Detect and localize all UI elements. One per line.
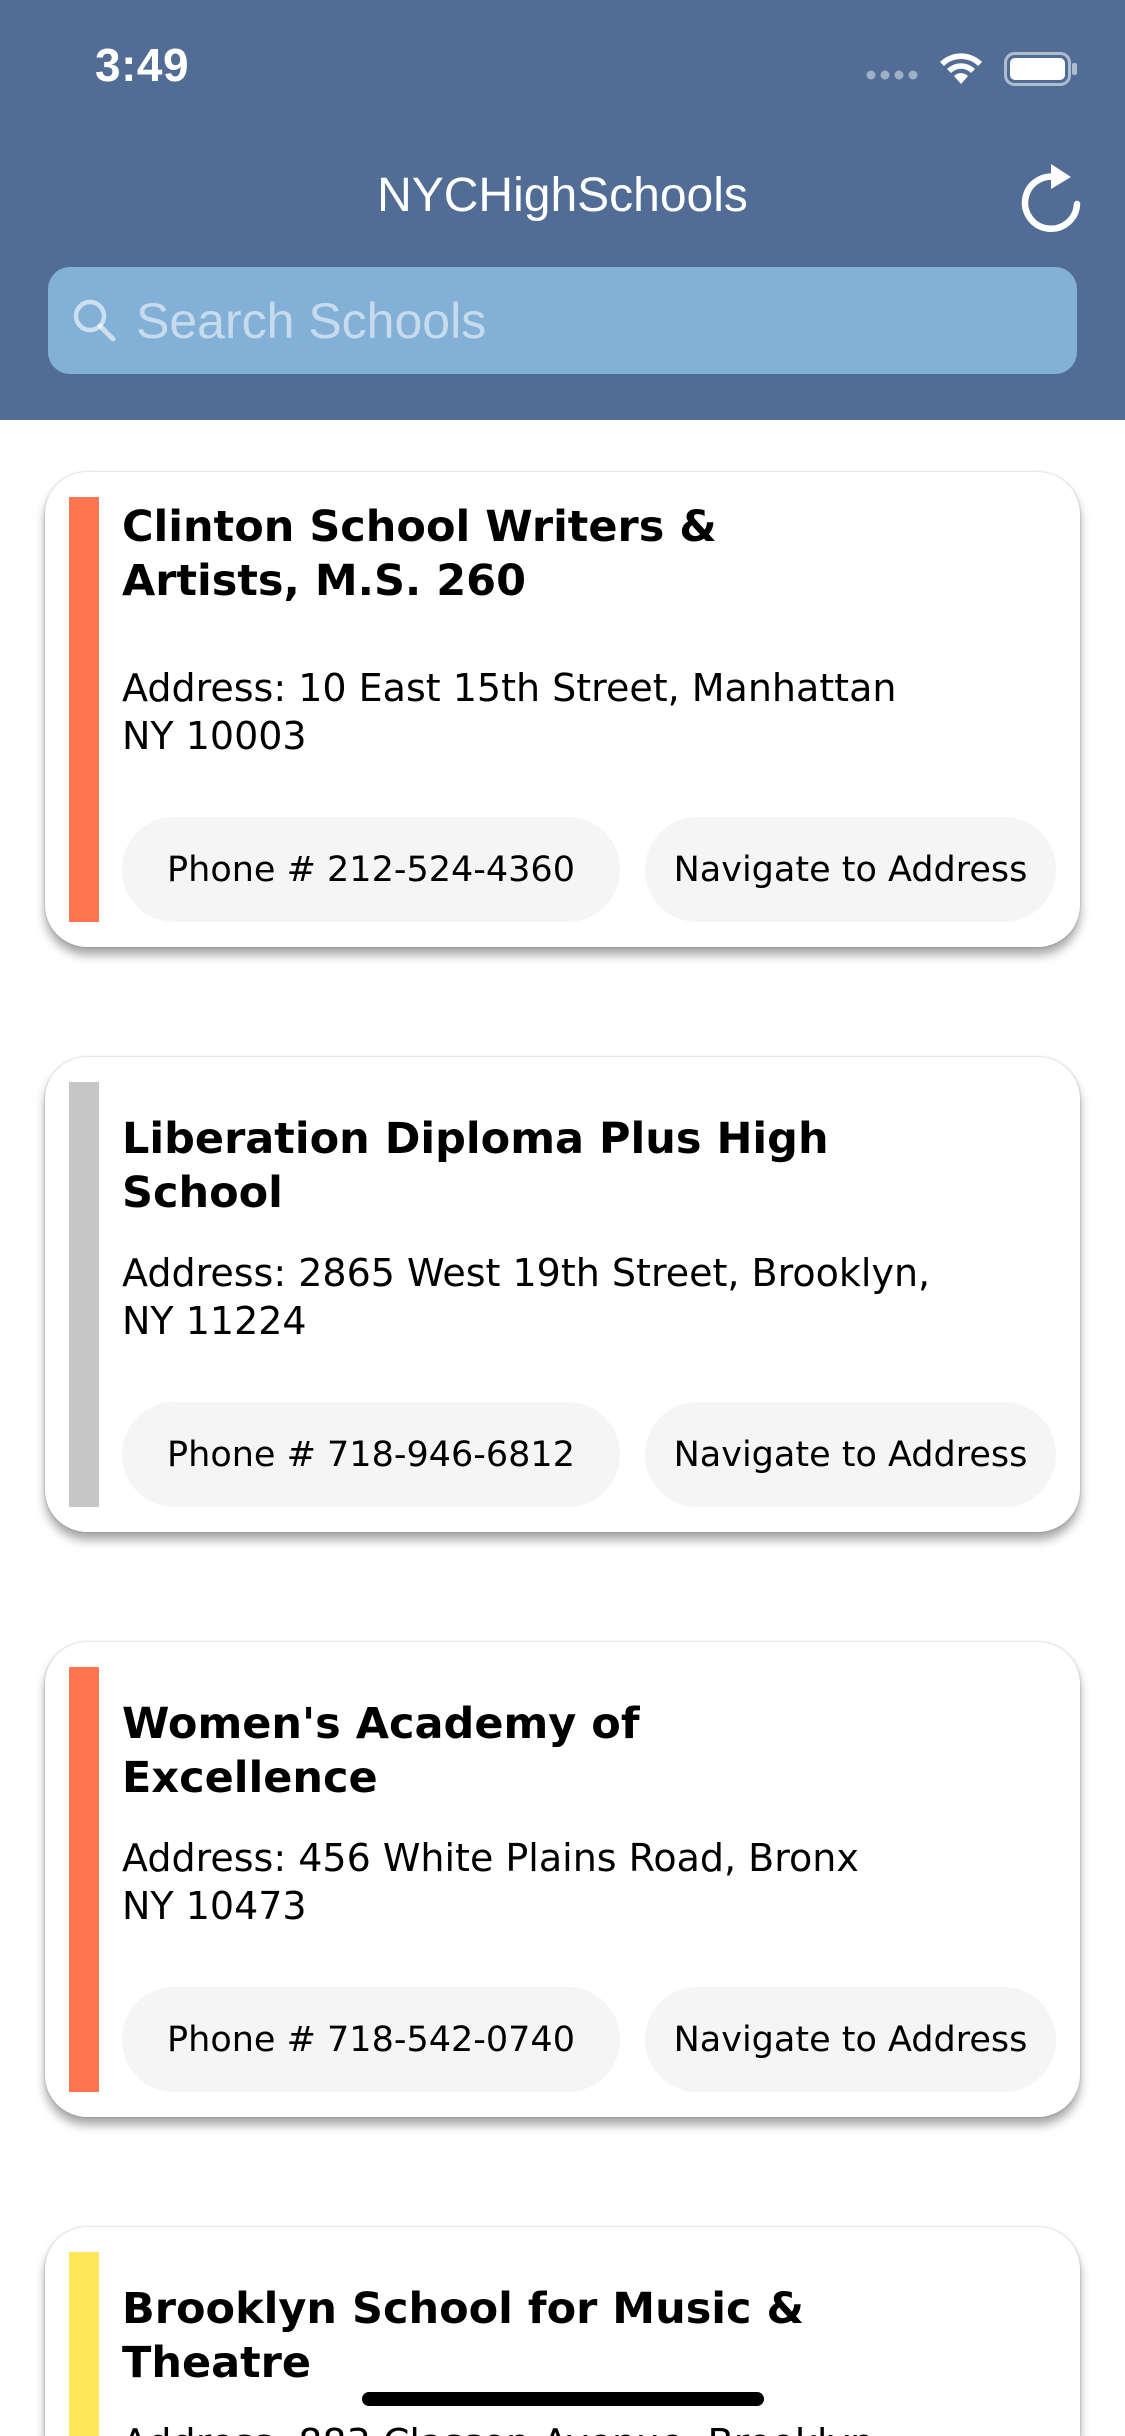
home-indicator [362,2392,764,2406]
search-input[interactable] [136,267,1056,374]
search-bar[interactable] [48,267,1077,374]
refresh-icon [1021,164,1081,232]
school-name: Clinton School Writers & Artists, M.S. 2… [122,502,717,606]
school-address: Address: 456 White Plains Road, Bronx NY… [122,1836,859,1928]
wifi-icon [940,53,982,84]
card-accent-bar [69,1667,99,2092]
school-address: Address: 2865 West 19th Street, Brooklyn… [122,1251,931,1343]
navigation-header: 3:49 NYCHighSchools [0,0,1125,420]
search-icon [73,299,116,342]
school-address: Address: 883 Classon Avenue, Brooklyn [122,2419,1022,2436]
school-name: Women's Academy of Excellence [122,1699,640,1803]
nav-title: NYCHighSchools [377,169,748,222]
battery-icon [1004,52,1077,86]
phone-button[interactable]: Phone # 718-946-6812 [122,1402,620,1507]
school-card[interactable]: Women's Academy of Excellence Address: 4… [45,1642,1080,2117]
navigate-to-address-button[interactable]: Navigate to Address [645,817,1056,922]
status-bar-icons [866,50,1081,90]
school-address: Address: 10 East 15th Street, Manhattan … [122,666,897,758]
school-name: Liberation Diploma Plus High School [122,1114,829,1218]
navigate-to-address-button[interactable]: Navigate to Address [645,1987,1056,2092]
school-card[interactable]: Liberation Diploma Plus High School Addr… [45,1057,1080,1532]
card-accent-bar [69,2252,99,2436]
phone-button[interactable]: Phone # 212-524-4360 [122,817,620,922]
phone-button[interactable]: Phone # 718-542-0740 [122,1987,620,2092]
school-name: Brooklyn School for Music & Theatre [122,2284,804,2388]
status-bar-time: 3:49 [95,39,190,91]
card-accent-bar [69,1082,99,1507]
navigate-to-address-button[interactable]: Navigate to Address [645,1402,1056,1507]
card-accent-bar [69,497,99,922]
refresh-button[interactable] [1015,158,1087,234]
cellular-signal-icon [866,70,918,80]
school-card[interactable]: Clinton School Writers & Artists, M.S. 2… [45,472,1080,947]
